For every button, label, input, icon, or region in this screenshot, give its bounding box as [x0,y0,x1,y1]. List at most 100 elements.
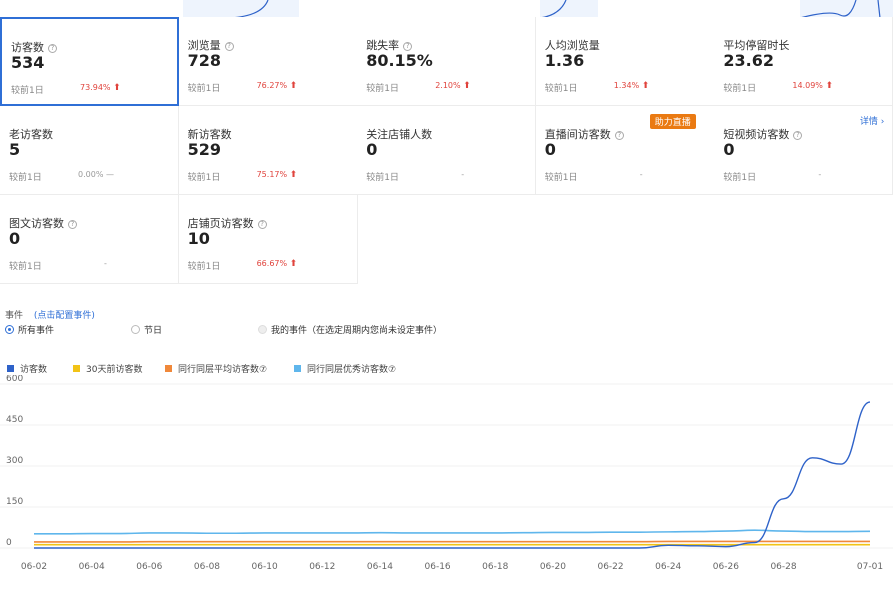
legend-item-peer-top[interactable]: 同行同层优秀访客数⑦ [294,362,396,375]
x-tick-label: 06-16 [425,562,451,572]
legend-swatch [294,365,301,372]
arrow-up-icon: ⬆ [113,83,121,93]
metric-value: 0 [9,229,21,248]
compare-label: 较前1日 [9,173,42,183]
metric-value: 0 [366,140,378,159]
help-icon[interactable]: ? [403,42,413,51]
x-tick-label: 06-28 [770,562,796,572]
change-percent: - [818,170,822,179]
help-icon[interactable]: ? [614,131,624,140]
metric-card[interactable]: 图文访客数? 0 较前1日 - [0,195,179,284]
legend-item-visitors[interactable]: 访客数 [7,362,47,375]
change-percent: 75.17% ⬆ [256,170,298,180]
radio-icon[interactable] [131,325,140,334]
arrow-up-icon: ⬆ [289,170,298,180]
config-event-link[interactable]: (点击配置事件) [34,311,95,321]
x-tick-label: 06-18 [482,562,508,572]
x-tick-label: 06-12 [309,562,335,572]
metric-card[interactable]: 直播间访客数? 0 较前1日 - 助力直播 [535,106,715,195]
change-percent: 76.27% ⬆ [256,81,298,91]
arrow-up-icon: ⬆ [825,81,833,91]
legend-swatch [7,365,14,372]
y-tick-label: 300 [6,456,23,466]
compare-label: 较前1日 [9,262,42,272]
compare-label: 较前1日 [544,84,578,94]
compare-label: 较前1日 [187,84,221,94]
metric-value: 1.36 [544,51,585,70]
compare-label: 较前1日 [366,173,399,183]
metric-title: 短视频访客数? [723,126,803,142]
change-percent: 1.34% ⬆ [613,81,650,91]
y-tick-label: 600 [6,375,23,384]
metric-card[interactable]: 关注店铺人数 0 较前1日 - [357,106,537,195]
metric-value: 0 [544,140,556,159]
metric-value: 728 [187,51,221,70]
compare-label: 较前1日 [723,173,757,183]
sparkline-strip [183,0,893,18]
metric-card[interactable]: 跳失率? 80.15% 较前1日 2.10% ⬆ [357,17,537,106]
x-tick-label: 06-14 [367,562,393,572]
arrow-up-icon: ⬆ [289,259,298,269]
legend-item-30days[interactable]: 30天前访客数 [73,362,142,375]
metric-card[interactable]: 老访客数 5 较前1日 0.00% — [0,106,179,195]
radio-all-events[interactable]: 所有事件 [5,323,54,336]
compare-label: 较前1日 [723,84,757,94]
metric-value: 534 [11,53,45,72]
metric-value: 0 [723,140,735,159]
metric-value: 23.62 [723,51,774,70]
x-tick-label: 06-04 [79,562,105,572]
help-icon[interactable]: ? [48,44,57,53]
help-icon[interactable]: ? [68,220,77,229]
arrow-up-icon: ⬆ [289,81,298,91]
metric-card[interactable]: 平均停留时长 23.62 较前1日 14.09% ⬆ [714,17,893,106]
y-tick-label: 150 [6,497,23,507]
help-icon[interactable]: ? [257,220,267,229]
event-config: 事件 (点击配置事件) [5,308,95,321]
help-icon[interactable]: ? [224,42,234,51]
series-line-3 [33,529,871,535]
x-tick-label: 07-01 [857,562,883,572]
metric-value: 10 [187,229,210,248]
radio-icon [258,325,267,334]
metric-card[interactable]: 店铺页访客数? 10 较前1日 66.67% ⬆ [178,195,358,284]
metric-title: 直播间访客数? [545,126,624,142]
x-tick-label: 06-08 [194,562,220,572]
metric-value: 529 [187,140,221,159]
metric-card[interactable]: 新访客数 529 较前1日 75.17% ⬆ [178,106,358,195]
change-percent: 0.00% — [78,170,114,179]
legend-item-peer-avg[interactable]: 同行同层平均访客数⑦ [165,362,267,375]
visitor-trend-chart: 0 150 300 450 600 06-02 06-04 06-06 06-08 06-10 06… [0,375,893,572]
metric-card[interactable]: 人均浏览量 1.36 较前1日 1.34% ⬆ [535,17,715,106]
change-percent: - [104,259,107,268]
x-tick-label: 06-10 [252,562,278,572]
compare-label: 较前1日 [11,86,44,96]
metric-value: 5 [9,140,21,159]
change-percent: - [461,170,465,179]
x-tick-label: 06-06 [136,562,162,572]
help-icon[interactable]: ? [793,131,803,140]
metric-value: 80.15% [366,51,433,70]
arrow-up-icon: ⬆ [463,81,471,91]
change-percent: 73.94% ⬆ [80,83,121,93]
compare-label: 较前1日 [187,262,221,272]
metric-card[interactable]: 短视频访客数? 0 较前1日 - 详情 › [714,106,893,195]
arrow-up-icon: ⬆ [641,81,650,91]
compare-label: 较前1日 [544,173,578,183]
change-percent: 2.10% ⬆ [435,81,471,91]
x-tick-label: 06-26 [713,562,739,572]
boost-live-button[interactable]: 助力直播 [649,114,696,129]
series-line-0 [34,401,871,549]
series-line-2 [33,540,870,543]
compare-label: 较前1日 [187,173,221,183]
y-tick-label: 0 [6,538,12,548]
compare-label: 较前1日 [366,84,399,94]
radio-holiday[interactable]: 节日 [131,323,162,336]
metric-card[interactable]: 访客数? 534 较前1日 73.94% ⬆ [0,17,179,106]
details-link[interactable]: 详情 › [860,114,884,127]
metric-card[interactable]: 浏览量? 728 较前1日 76.27% ⬆ [178,17,358,106]
y-tick-label: 450 [6,415,23,425]
radio-icon[interactable] [5,325,14,334]
radio-my-events: 我的事件（在选定周期内您尚未设定事件） [258,323,442,336]
change-percent: 14.09% ⬆ [792,81,833,91]
change-percent: 66.67% ⬆ [256,259,298,269]
